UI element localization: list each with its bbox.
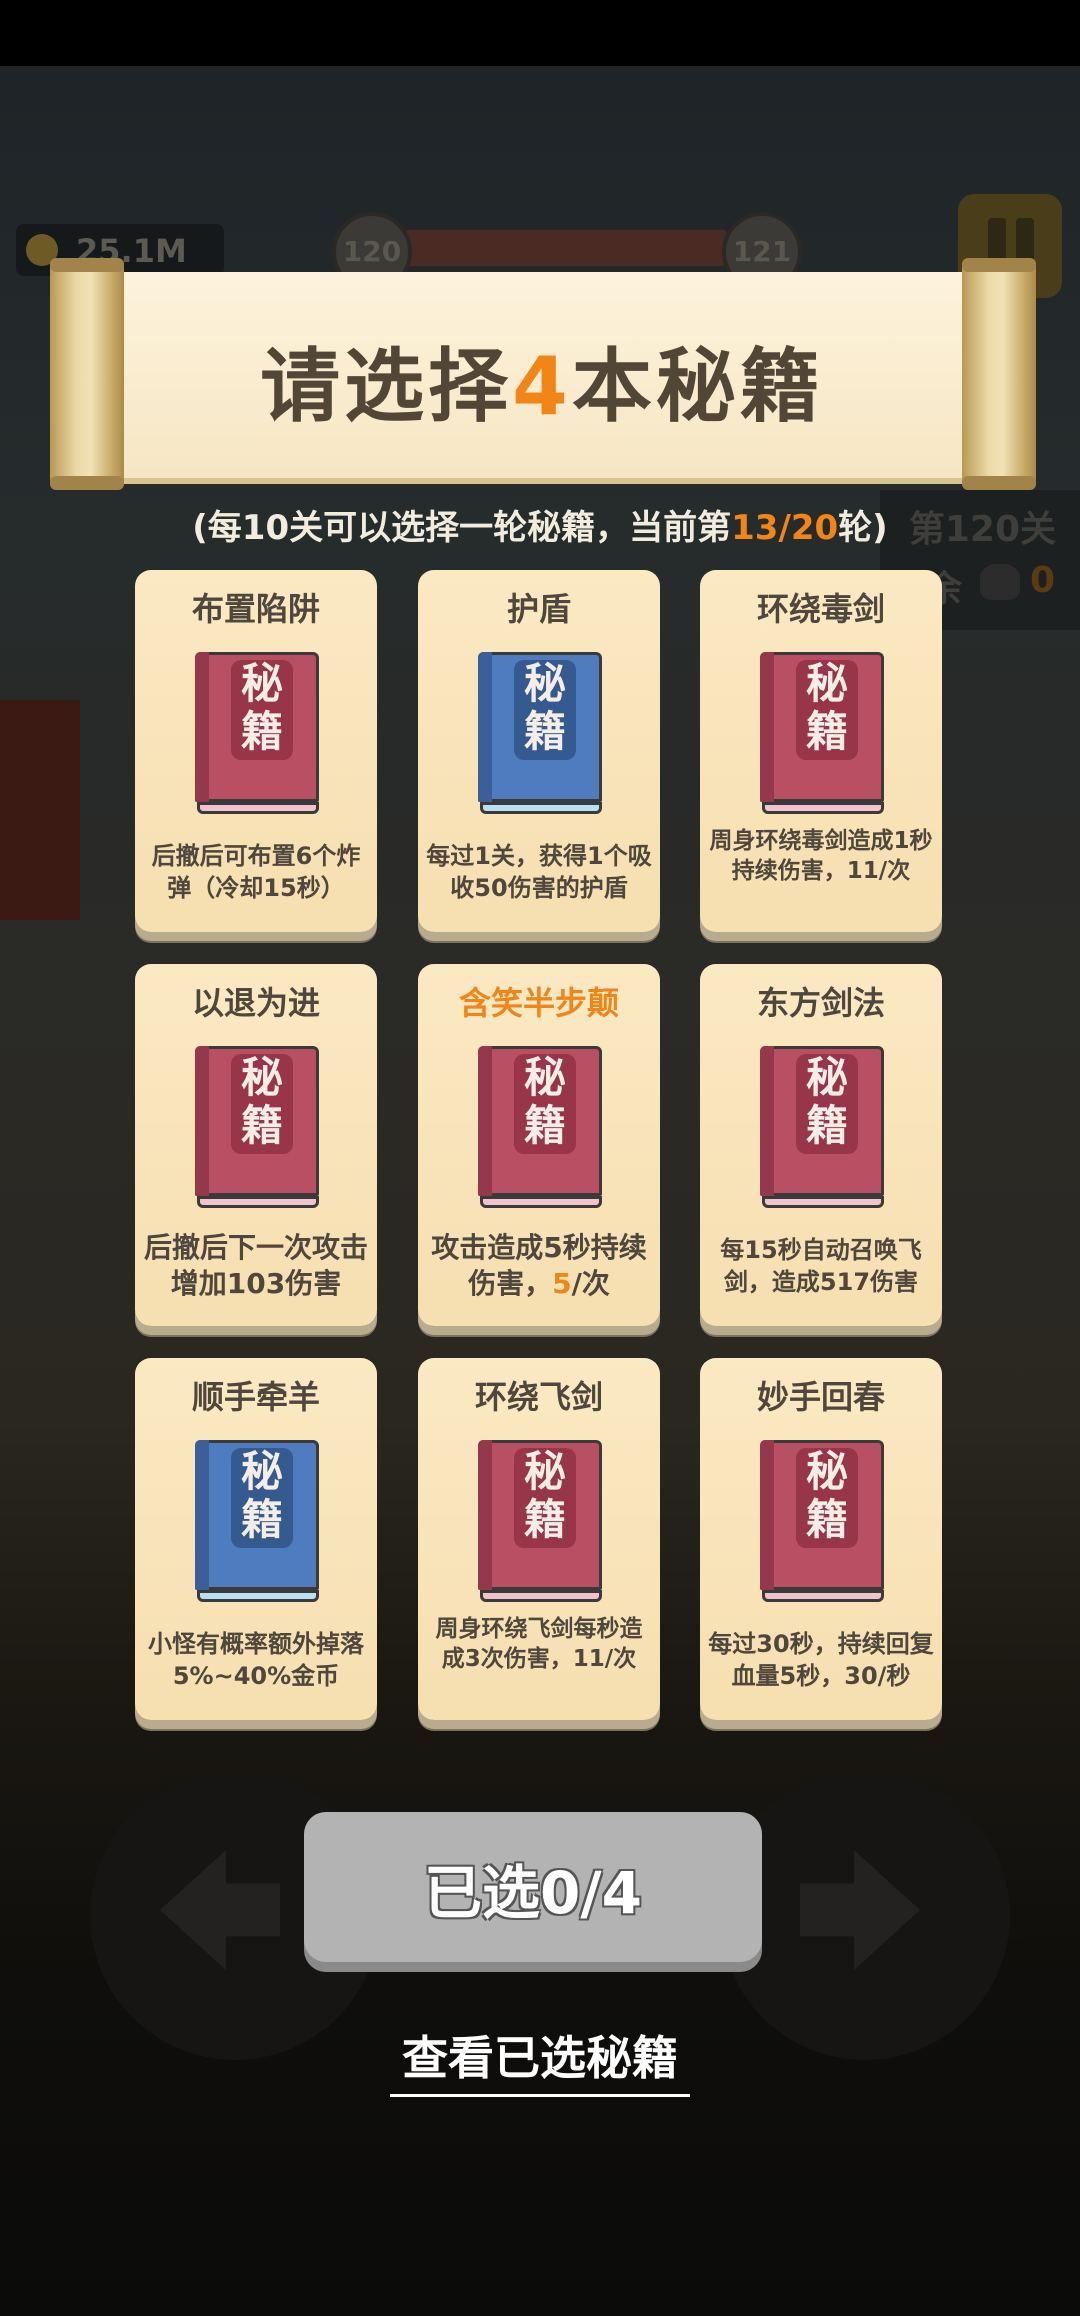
round-info-prefix: (每10关可以选择一轮秘籍，当前第 xyxy=(192,508,732,548)
card-description: 每过1关，获得1个吸收50伤害的护盾 xyxy=(426,842,652,902)
book-icon: 秘籍 xyxy=(195,1440,319,1604)
card-title: 护盾 xyxy=(506,590,571,628)
card-title: 环绕飞剑 xyxy=(474,1378,603,1416)
scroll-roll-left xyxy=(50,258,124,490)
card-title: 布置陷阱 xyxy=(191,590,320,628)
book-icon: 秘籍 xyxy=(760,652,884,816)
card-title: 以退为进 xyxy=(191,984,320,1022)
book-icon: 秘籍 xyxy=(478,652,602,816)
scroll-roll-right xyxy=(962,258,1036,490)
book-icon: 秘籍 xyxy=(195,652,319,816)
card-description: 小怪有概率额外掉落5%~40%金币 xyxy=(148,1630,364,1690)
book-icon: 秘籍 xyxy=(478,1440,602,1604)
link-underline xyxy=(390,2094,690,2097)
card-description: 周身环绕飞剑每秒造成3次伤害，11/次 xyxy=(435,1616,643,1672)
card-title: 妙手回春 xyxy=(756,1378,885,1416)
title-count: 4 xyxy=(512,340,572,433)
skill-card-7[interactable]: 顺手牵羊 秘籍 小怪有概率额外掉落5%~40%金币 xyxy=(135,1358,377,1720)
skill-card-5[interactable]: 含笑半步颠 秘籍 攻击造成5秒持续伤害，5/次 xyxy=(418,964,660,1326)
skull-icon xyxy=(980,564,1020,600)
card-title: 东方剑法 xyxy=(756,984,885,1022)
skill-card-8[interactable]: 环绕飞剑 秘籍 周身环绕飞剑每秒造成3次伤害，11/次 xyxy=(418,1358,660,1720)
card-description: 后撤后可布置6个炸弹（冷却15秒） xyxy=(151,842,361,902)
card-description: 每15秒自动召唤飞剑，造成517伤害 xyxy=(720,1236,922,1296)
round-info-suffix: 轮) xyxy=(838,508,888,548)
confirm-selection-button[interactable]: 已选0/4 xyxy=(304,1812,762,1962)
remaining-count: 0 xyxy=(1030,560,1056,601)
skill-card-6[interactable]: 东方剑法 秘籍 每15秒自动召唤飞剑，造成517伤害 xyxy=(700,964,942,1326)
page-title: 请选择4本秘籍 xyxy=(118,322,966,438)
skill-card-1[interactable]: 布置陷阱 秘籍 后撤后可布置6个炸弹（冷却15秒） xyxy=(135,570,377,932)
card-title: 含笑半步颠 xyxy=(458,984,619,1022)
card-title: 环绕毒剑 xyxy=(756,590,885,628)
title-suffix: 本秘籍 xyxy=(571,340,824,433)
skill-card-2[interactable]: 护盾 秘籍 每过1关，获得1个吸收50伤害的护盾 xyxy=(418,570,660,932)
card-description: 攻击造成5秒持续伤害，5/次 xyxy=(431,1231,647,1300)
status-bar xyxy=(0,0,1080,66)
round-counter: 13/20 xyxy=(731,508,839,548)
title-prefix: 请选择 xyxy=(260,340,513,433)
skill-card-3[interactable]: 环绕毒剑 秘籍 周身环绕毒剑造成1秒持续伤害，11/次 xyxy=(700,570,942,932)
card-description: 后撤后下一次攻击增加103伤害 xyxy=(143,1231,368,1300)
book-icon: 秘籍 xyxy=(760,1440,884,1604)
round-info: (每10关可以选择一轮秘籍，当前第13/20轮) xyxy=(0,500,1080,549)
book-icon: 秘籍 xyxy=(760,1046,884,1210)
level-progress-bar xyxy=(400,230,730,266)
book-icon: 秘籍 xyxy=(478,1046,602,1210)
card-description: 每过30秒，持续回复血量5秒，30/秒 xyxy=(708,1630,934,1690)
background-flag xyxy=(0,700,80,920)
skill-card-9[interactable]: 妙手回春 秘籍 每过30秒，持续回复血量5秒，30/秒 xyxy=(700,1358,942,1720)
confirm-label: 已选0/4 xyxy=(424,1859,642,1927)
view-selected-link[interactable]: 查看已选秘籍 xyxy=(390,2022,690,2088)
book-icon: 秘籍 xyxy=(195,1046,319,1210)
skill-card-4[interactable]: 以退为进 秘籍 后撤后下一次攻击增加103伤害 xyxy=(135,964,377,1326)
card-title: 顺手牵羊 xyxy=(191,1378,320,1416)
card-description: 周身环绕毒剑造成1秒持续伤害，11/次 xyxy=(709,828,933,884)
